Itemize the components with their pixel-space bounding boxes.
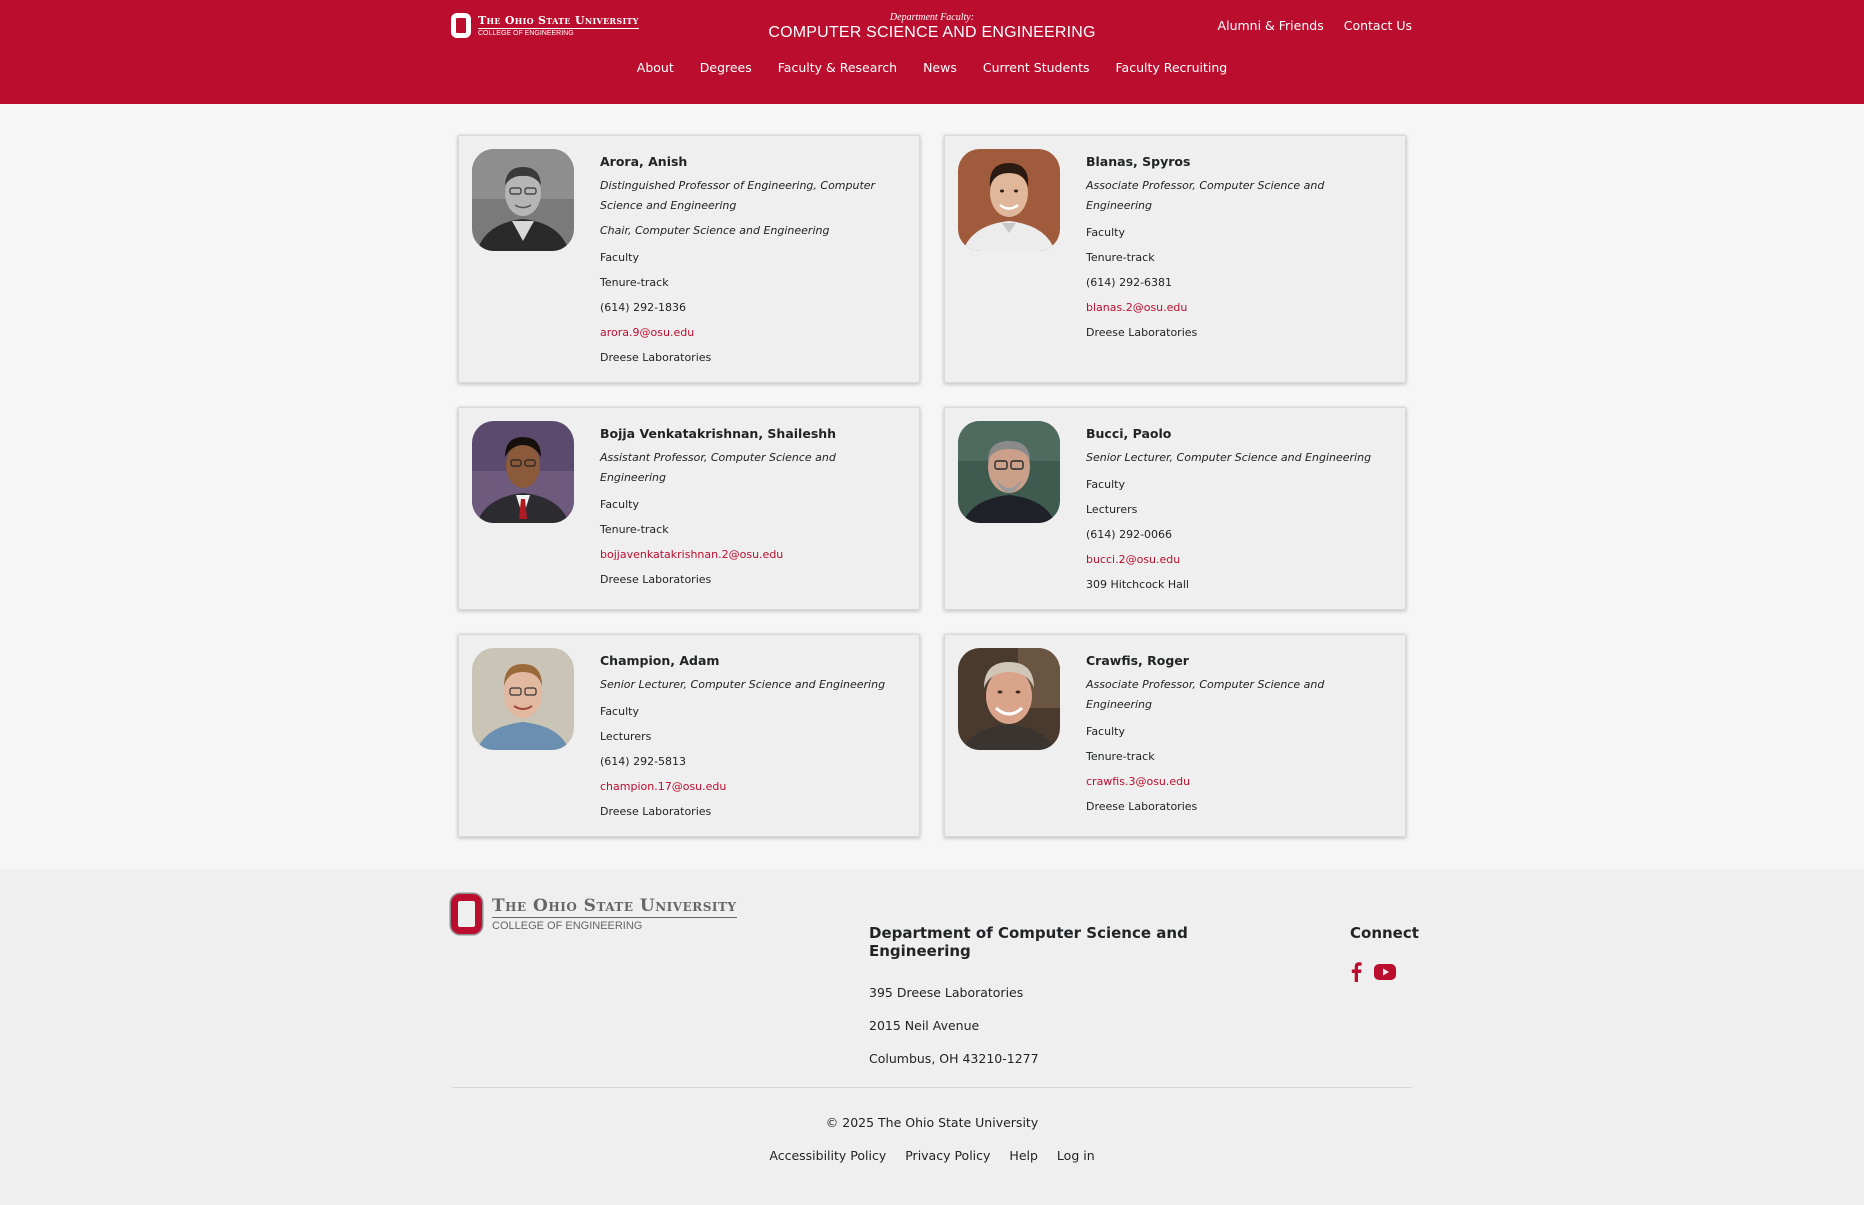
utility-nav: Alumni & Friends Contact Us bbox=[1218, 18, 1412, 33]
footer-logo-college-name: College of Engineering bbox=[492, 920, 643, 932]
faculty-card: Bucci, Paolo Senior Lecturer, Computer S… bbox=[944, 407, 1406, 610]
faculty-phone: (614) 292-6381 bbox=[1086, 276, 1173, 289]
faculty-title: Associate Professor, Computer Science an… bbox=[1086, 179, 1325, 212]
link-log-in[interactable]: Log in bbox=[1057, 1148, 1095, 1163]
site-header: The Ohio State University College of Eng… bbox=[0, 0, 1864, 104]
legal-links: Accessibility Policy Privacy Policy Help… bbox=[0, 1148, 1864, 1163]
faculty-photo bbox=[472, 648, 574, 750]
nav-item-news[interactable]: News bbox=[923, 60, 957, 75]
connect-heading: Connect bbox=[1350, 924, 1419, 942]
faculty-track: Tenure-track bbox=[1086, 750, 1155, 763]
faculty-title: Senior Lecturer, Computer Science and En… bbox=[600, 678, 886, 691]
faculty-card: Bojja Venkatakrishnan, Shaileshh Assista… bbox=[458, 407, 920, 610]
faculty-type: Faculty bbox=[1086, 478, 1125, 491]
faculty-name: Crawfis, Roger bbox=[1086, 653, 1189, 668]
faculty-title: Distinguished Professor of Engineering, … bbox=[600, 179, 876, 212]
site-title: Department Faculty: COMPUTER SCIENCE AND… bbox=[0, 12, 1864, 42]
nav-item-faculty-recruiting[interactable]: Faculty Recruiting bbox=[1116, 60, 1228, 75]
faculty-name: Champion, Adam bbox=[600, 653, 720, 668]
faculty-name: Bucci, Paolo bbox=[1086, 426, 1172, 441]
footer-logo-university-name: The Ohio State University bbox=[492, 896, 737, 918]
faculty-email-link[interactable]: champion.17@osu.edu bbox=[600, 774, 905, 799]
faculty-phone: (614) 292-5813 bbox=[600, 755, 687, 768]
faculty-email-link[interactable]: arora.9@osu.edu bbox=[600, 320, 905, 345]
footer-dept-heading: Department of Computer Science and Engin… bbox=[869, 924, 1188, 960]
faculty-type: Faculty bbox=[600, 251, 639, 264]
faculty-office: Dreese Laboratories bbox=[600, 351, 712, 364]
faculty-office: Dreese Laboratories bbox=[1086, 326, 1198, 339]
faculty-title: Associate Professor, Computer Science an… bbox=[1086, 678, 1325, 711]
footer-connect: Connect bbox=[1350, 924, 1419, 986]
nav-item-about[interactable]: About bbox=[637, 60, 674, 75]
facebook-icon[interactable] bbox=[1350, 962, 1362, 986]
faculty-card: Champion, Adam Senior Lecturer, Computer… bbox=[458, 634, 920, 837]
util-link-contact[interactable]: Contact Us bbox=[1344, 18, 1412, 33]
faculty-email-link[interactable]: bucci.2@osu.edu bbox=[1086, 547, 1391, 572]
faculty-type: Faculty bbox=[600, 705, 639, 718]
dept-name[interactable]: COMPUTER SCIENCE AND ENGINEERING bbox=[0, 24, 1864, 42]
faculty-track: Tenure-track bbox=[1086, 251, 1155, 264]
faculty-title: Senior Lecturer, Computer Science and En… bbox=[1086, 451, 1372, 464]
faculty-track: Lecturers bbox=[600, 730, 652, 743]
faculty-track: Tenure-track bbox=[600, 276, 669, 289]
faculty-card: Arora, Anish Distinguished Professor of … bbox=[458, 135, 920, 383]
social-links bbox=[1350, 962, 1419, 986]
faculty-phone: (614) 292-1836 bbox=[600, 301, 687, 314]
faculty-photo bbox=[472, 149, 574, 251]
faculty-track: Tenure-track bbox=[600, 523, 669, 536]
main-nav: About Degrees Faculty & Research News Cu… bbox=[0, 60, 1864, 75]
link-accessibility-policy[interactable]: Accessibility Policy bbox=[769, 1148, 886, 1163]
site-footer: The Ohio State University College of Eng… bbox=[0, 869, 1864, 1205]
faculty-title: Chair, Computer Science and Engineering bbox=[600, 224, 830, 237]
copyright: © 2025 The Ohio State University bbox=[825, 1115, 1039, 1130]
faculty-email-link[interactable]: blanas.2@osu.edu bbox=[1086, 295, 1391, 320]
faculty-photo bbox=[958, 648, 1060, 750]
faculty-office: Dreese Laboratories bbox=[1086, 800, 1198, 813]
faculty-type: Faculty bbox=[600, 498, 639, 511]
dept-label: Department Faculty: bbox=[889, 12, 975, 23]
faculty-photo bbox=[958, 149, 1060, 251]
nav-item-degrees[interactable]: Degrees bbox=[700, 60, 752, 75]
faculty-card: Blanas, Spyros Associate Professor, Comp… bbox=[944, 135, 1406, 383]
faculty-name: Blanas, Spyros bbox=[1086, 154, 1191, 169]
faculty-card: Crawfis, Roger Associate Professor, Comp… bbox=[944, 634, 1406, 837]
util-link-alumni[interactable]: Alumni & Friends bbox=[1218, 18, 1324, 33]
faculty-type: Faculty bbox=[1086, 725, 1125, 738]
footer-address-line: 2015 Neil Avenue bbox=[869, 1018, 980, 1033]
faculty-phone: (614) 292-0066 bbox=[1086, 528, 1173, 541]
faculty-photo bbox=[958, 421, 1060, 523]
footer-address-block: Department of Computer Science and Engin… bbox=[869, 924, 1249, 1075]
footer-address-line: 395 Dreese Laboratories bbox=[869, 985, 1024, 1000]
nav-item-current-students[interactable]: Current Students bbox=[983, 60, 1090, 75]
faculty-email-link[interactable]: crawfis.3@osu.edu bbox=[1086, 769, 1391, 794]
faculty-office: 309 Hitchcock Hall bbox=[1086, 578, 1189, 591]
faculty-name: Arora, Anish bbox=[600, 154, 688, 169]
faculty-office: Dreese Laboratories bbox=[600, 805, 712, 818]
nav-item-faculty-research[interactable]: Faculty & Research bbox=[778, 60, 897, 75]
faculty-photo bbox=[472, 421, 574, 523]
faculty-office: Dreese Laboratories bbox=[600, 573, 712, 586]
faculty-track: Lecturers bbox=[1086, 503, 1138, 516]
faculty-email-link[interactable]: bojjavenkatakrishnan.2@osu.edu bbox=[600, 542, 905, 567]
faculty-title: Assistant Professor, Computer Science an… bbox=[600, 451, 836, 484]
faculty-name: Bojja Venkatakrishnan, Shaileshh bbox=[600, 426, 837, 441]
link-privacy-policy[interactable]: Privacy Policy bbox=[905, 1148, 990, 1163]
block-o-icon bbox=[451, 894, 482, 934]
footer-divider bbox=[452, 1087, 1412, 1088]
link-help[interactable]: Help bbox=[1009, 1148, 1038, 1163]
youtube-icon[interactable] bbox=[1374, 964, 1396, 984]
footer-address-line: Columbus, OH 43210-1277 bbox=[869, 1051, 1039, 1066]
faculty-type: Faculty bbox=[1086, 226, 1125, 239]
footer-osu-logo[interactable]: The Ohio State University College of Eng… bbox=[451, 894, 737, 934]
